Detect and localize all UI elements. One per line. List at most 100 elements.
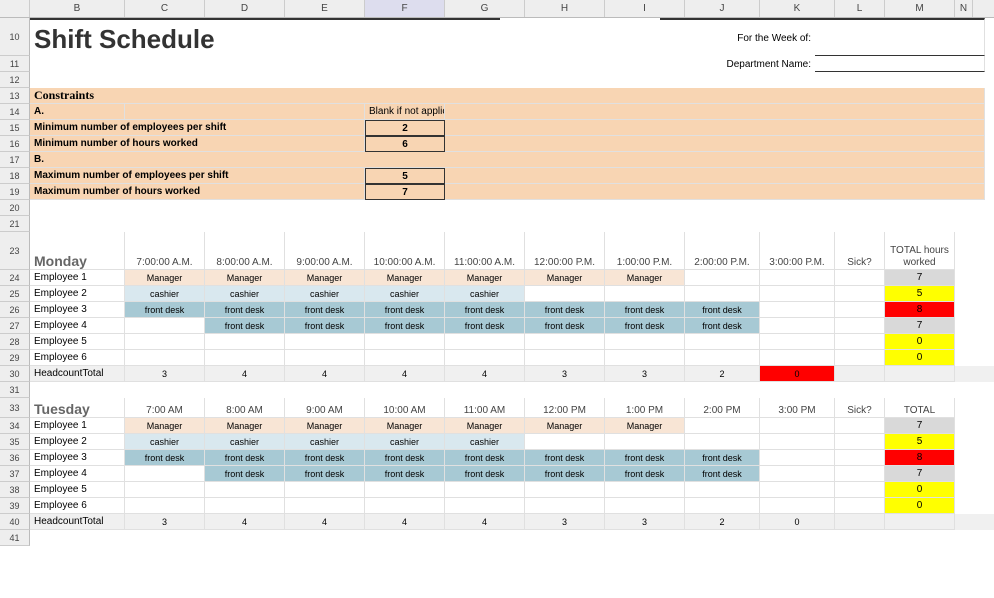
sick-cell[interactable] bbox=[835, 482, 885, 498]
shift-cell[interactable] bbox=[605, 350, 685, 366]
shift-cell[interactable] bbox=[760, 350, 835, 366]
row-header[interactable]: 18 bbox=[0, 168, 30, 184]
shift-cell[interactable] bbox=[685, 498, 760, 514]
col-header[interactable]: E bbox=[285, 0, 365, 17]
max-emp-value[interactable]: 5 bbox=[365, 168, 445, 184]
sick-cell[interactable] bbox=[835, 434, 885, 450]
max-hrs-value[interactable]: 7 bbox=[365, 184, 445, 200]
row-header[interactable]: 12 bbox=[0, 72, 30, 88]
row-header[interactable]: 19 bbox=[0, 184, 30, 200]
col-header[interactable]: M bbox=[885, 0, 955, 17]
shift-cell[interactable]: front desk bbox=[125, 450, 205, 466]
row-header[interactable]: 31 bbox=[0, 382, 30, 398]
shift-cell[interactable]: front desk bbox=[605, 302, 685, 318]
shift-cell[interactable]: front desk bbox=[365, 450, 445, 466]
shift-cell[interactable]: front desk bbox=[525, 466, 605, 482]
shift-cell[interactable] bbox=[205, 498, 285, 514]
row-header[interactable]: 37 bbox=[0, 466, 30, 482]
shift-cell[interactable]: cashier bbox=[285, 286, 365, 302]
shift-cell[interactable] bbox=[760, 482, 835, 498]
shift-cell[interactable]: front desk bbox=[685, 450, 760, 466]
shift-cell[interactable]: Manager bbox=[205, 418, 285, 434]
shift-cell[interactable]: front desk bbox=[605, 450, 685, 466]
row-header[interactable]: 11 bbox=[0, 56, 30, 72]
col-header[interactable]: D bbox=[205, 0, 285, 17]
row-header[interactable]: 29 bbox=[0, 350, 30, 366]
sick-cell[interactable] bbox=[835, 350, 885, 366]
shift-cell[interactable]: front desk bbox=[445, 318, 525, 334]
row-header[interactable]: 26 bbox=[0, 302, 30, 318]
row-header[interactable]: 25 bbox=[0, 286, 30, 302]
sick-cell[interactable] bbox=[835, 418, 885, 434]
shift-cell[interactable] bbox=[525, 350, 605, 366]
shift-cell[interactable] bbox=[365, 334, 445, 350]
shift-cell[interactable]: front desk bbox=[205, 450, 285, 466]
row-header[interactable]: 10 bbox=[0, 18, 30, 56]
shift-cell[interactable]: front desk bbox=[205, 466, 285, 482]
row-header[interactable]: 34 bbox=[0, 418, 30, 434]
shift-cell[interactable]: front desk bbox=[365, 302, 445, 318]
shift-cell[interactable]: cashier bbox=[205, 434, 285, 450]
row-header[interactable]: 41 bbox=[0, 530, 30, 546]
row-header[interactable]: 16 bbox=[0, 136, 30, 152]
shift-cell[interactable] bbox=[685, 286, 760, 302]
shift-cell[interactable]: Manager bbox=[445, 270, 525, 286]
row-header[interactable]: 30 bbox=[0, 366, 30, 382]
row-header[interactable]: 40 bbox=[0, 514, 30, 530]
shift-cell[interactable] bbox=[685, 482, 760, 498]
shift-cell[interactable] bbox=[760, 286, 835, 302]
shift-cell[interactable] bbox=[125, 498, 205, 514]
col-header[interactable]: K bbox=[760, 0, 835, 17]
shift-cell[interactable]: Manager bbox=[445, 418, 525, 434]
shift-cell[interactable] bbox=[525, 434, 605, 450]
shift-cell[interactable] bbox=[125, 318, 205, 334]
row-header[interactable]: 15 bbox=[0, 120, 30, 136]
row-header[interactable]: 27 bbox=[0, 318, 30, 334]
shift-cell[interactable]: front desk bbox=[685, 318, 760, 334]
sick-cell[interactable] bbox=[835, 450, 885, 466]
row-header[interactable]: 35 bbox=[0, 434, 30, 450]
sick-cell[interactable] bbox=[835, 466, 885, 482]
shift-cell[interactable] bbox=[760, 334, 835, 350]
row-header[interactable]: 17 bbox=[0, 152, 30, 168]
row-header[interactable]: 21 bbox=[0, 216, 30, 232]
shift-cell[interactable]: cashier bbox=[125, 434, 205, 450]
shift-cell[interactable]: front desk bbox=[525, 302, 605, 318]
sick-cell[interactable] bbox=[835, 318, 885, 334]
shift-cell[interactable] bbox=[685, 418, 760, 434]
shift-cell[interactable] bbox=[685, 434, 760, 450]
shift-cell[interactable] bbox=[760, 318, 835, 334]
row-header[interactable]: 24 bbox=[0, 270, 30, 286]
shift-cell[interactable] bbox=[205, 334, 285, 350]
sick-cell[interactable] bbox=[835, 286, 885, 302]
row-header[interactable]: 23 bbox=[0, 232, 30, 270]
corner-cell[interactable] bbox=[0, 0, 30, 17]
sick-cell[interactable] bbox=[835, 498, 885, 514]
row-header[interactable]: 38 bbox=[0, 482, 30, 498]
shift-cell[interactable]: front desk bbox=[445, 302, 525, 318]
shift-cell[interactable]: front desk bbox=[365, 466, 445, 482]
shift-cell[interactable] bbox=[605, 434, 685, 450]
col-header[interactable]: H bbox=[525, 0, 605, 17]
shift-cell[interactable]: front desk bbox=[285, 318, 365, 334]
shift-cell[interactable]: Manager bbox=[285, 418, 365, 434]
shift-cell[interactable] bbox=[285, 498, 365, 514]
shift-cell[interactable]: cashier bbox=[285, 434, 365, 450]
shift-cell[interactable] bbox=[685, 334, 760, 350]
col-header[interactable]: B bbox=[30, 0, 125, 17]
shift-cell[interactable] bbox=[685, 270, 760, 286]
sick-cell[interactable] bbox=[835, 302, 885, 318]
shift-cell[interactable]: front desk bbox=[525, 318, 605, 334]
col-header[interactable]: J bbox=[685, 0, 760, 17]
shift-cell[interactable] bbox=[760, 466, 835, 482]
col-header[interactable]: N bbox=[955, 0, 973, 17]
row-header[interactable]: 13 bbox=[0, 88, 30, 104]
shift-cell[interactable]: front desk bbox=[285, 466, 365, 482]
shift-cell[interactable]: Manager bbox=[285, 270, 365, 286]
shift-cell[interactable]: front desk bbox=[205, 318, 285, 334]
row-header[interactable]: 14 bbox=[0, 104, 30, 120]
shift-cell[interactable] bbox=[445, 334, 525, 350]
shift-cell[interactable]: Manager bbox=[605, 270, 685, 286]
shift-cell[interactable] bbox=[525, 334, 605, 350]
shift-cell[interactable]: Manager bbox=[525, 418, 605, 434]
